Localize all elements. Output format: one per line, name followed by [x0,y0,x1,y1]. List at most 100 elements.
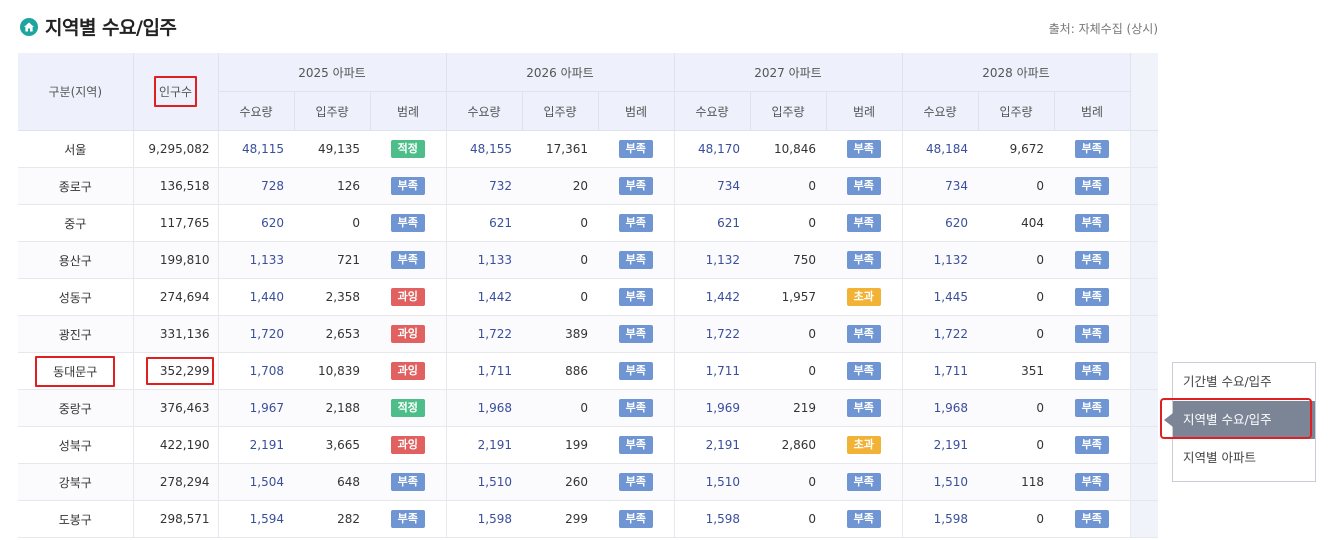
status-badge: 적정 [390,140,425,158]
legend-cell: 부족 [826,500,903,538]
legend-cell: 부족 [1054,167,1131,205]
header-year-2025: 2025 아파트 [218,53,447,92]
legend-cell: 초과 [826,278,903,316]
demand-supply-table-container[interactable]: 구분(지역) 인구수 2025 아파트 2026 아파트 2027 아파트 20… [18,53,1158,540]
subheader-supply: 입주량 [522,91,599,131]
legend-cell: 부족 [370,241,447,279]
status-badge: 부족 [618,510,653,528]
supply-cell: 0 [978,389,1054,427]
scrollbar-track-cell[interactable] [1130,315,1158,353]
legend-cell: 부족 [598,278,675,316]
legend-cell: 부족 [370,500,447,538]
status-badge: 적정 [390,399,425,417]
header-year-2027: 2027 아파트 [674,53,903,92]
scrollbar-track-cell[interactable] [1130,167,1158,205]
supply-cell: 750 [750,241,826,279]
legend-cell: 부족 [1054,463,1131,501]
demand-cell: 1,598 [446,500,522,538]
demand-cell: 620 [902,204,978,242]
status-badge: 부족 [1074,214,1109,232]
supply-cell: 299 [522,500,598,538]
table-row: 성동구 274,694 1,440 2,358 과잉 1,442 0 부족 1,442 1,957… [18,278,1158,316]
table-row: 도봉구 298,571 1,594 282 부족 1,598 299 부족 1,598 0 부족 1,… [18,500,1158,538]
scrollbar-track-cell[interactable] [1130,426,1158,464]
demand-cell: 734 [902,167,978,205]
supply-cell: 0 [978,278,1054,316]
population-value: 278,294 [159,475,210,489]
region-name: 강북구 [58,475,92,490]
supply-cell: 118 [978,463,1054,501]
status-badge: 부족 [846,362,881,380]
status-badge: 초과 [846,288,881,306]
legend-cell: 부족 [598,463,675,501]
scrollbar-track-cell[interactable] [1130,204,1158,242]
legend-cell: 부족 [826,389,903,427]
status-badge: 부족 [1074,399,1109,417]
scrollbar-track-cell[interactable] [1130,278,1158,316]
status-badge: 부족 [618,288,653,306]
population-value: 352,299 [144,355,216,387]
population-value: 9,295,082 [148,142,210,156]
population-value: 422,190 [159,438,210,452]
region-name: 성동구 [58,290,92,305]
scrollbar-track-cell[interactable] [1130,463,1158,501]
side-menu-item-region-apartment[interactable]: 지역별 아파트 [1173,439,1315,477]
subheader-supply: 입주량 [294,91,371,131]
supply-cell: 0 [978,426,1054,464]
scrollbar-track-cell[interactable] [1130,352,1158,390]
scrollbar-track-cell[interactable] [1130,500,1158,538]
side-menu-item-period[interactable]: 기간별 수요/입주 [1173,363,1315,401]
region-name: 성북구 [58,438,92,453]
population-value: 117,765 [159,216,210,230]
legend-cell: 부족 [598,204,675,242]
population-cell: 136,518 [133,167,219,205]
supply-cell: 9,672 [978,130,1054,168]
supply-cell: 1,957 [750,278,826,316]
demand-cell: 1,722 [674,315,750,353]
header-year-2026: 2026 아파트 [446,53,675,92]
scrollbar-track[interactable] [1130,53,1158,131]
subheader-demand: 수요량 [674,91,751,131]
subheader-demand: 수요량 [902,91,979,131]
subheader-demand: 수요량 [218,91,295,131]
status-badge: 부족 [618,325,653,343]
demand-cell: 48,115 [218,130,294,168]
supply-cell: 2,860 [750,426,826,464]
scrollbar-track-cell[interactable] [1130,389,1158,427]
demand-cell: 2,191 [218,426,294,464]
supply-cell: 0 [294,204,370,242]
region-cell: 광진구 [18,315,134,353]
demand-supply-table: 구분(지역) 인구수 2025 아파트 2026 아파트 2027 아파트 20… [18,53,1158,538]
population-value: 298,571 [159,512,210,526]
status-badge: 부족 [618,140,653,158]
supply-cell: 404 [978,204,1054,242]
region-cell: 성북구 [18,426,134,464]
region-cell: 용산구 [18,241,134,279]
status-badge: 부족 [1074,362,1109,380]
scrollbar-track-cell[interactable] [1130,130,1158,168]
demand-cell: 1,720 [218,315,294,353]
demand-cell: 1,967 [218,389,294,427]
region-cell: 서울 [18,130,134,168]
demand-cell: 1,594 [218,500,294,538]
status-badge: 부족 [846,177,881,195]
legend-cell: 초과 [826,426,903,464]
supply-cell: 0 [522,278,598,316]
status-badge: 부족 [390,214,425,232]
scrollbar-track-cell[interactable] [1130,241,1158,279]
status-badge: 과잉 [390,362,425,380]
demand-cell: 1,968 [902,389,978,427]
population-cell: 298,571 [133,500,219,538]
legend-cell: 부족 [370,204,447,242]
supply-cell: 49,135 [294,130,370,168]
highlight-box-menu [1160,398,1312,439]
legend-cell: 부족 [598,315,675,353]
legend-cell: 부족 [1054,130,1131,168]
demand-cell: 1,711 [674,352,750,390]
status-badge: 부족 [618,177,653,195]
subheader-supply: 입주량 [750,91,827,131]
supply-cell: 0 [750,463,826,501]
status-badge: 부족 [1074,436,1109,454]
status-badge: 과잉 [390,288,425,306]
region-cell: 중구 [18,204,134,242]
